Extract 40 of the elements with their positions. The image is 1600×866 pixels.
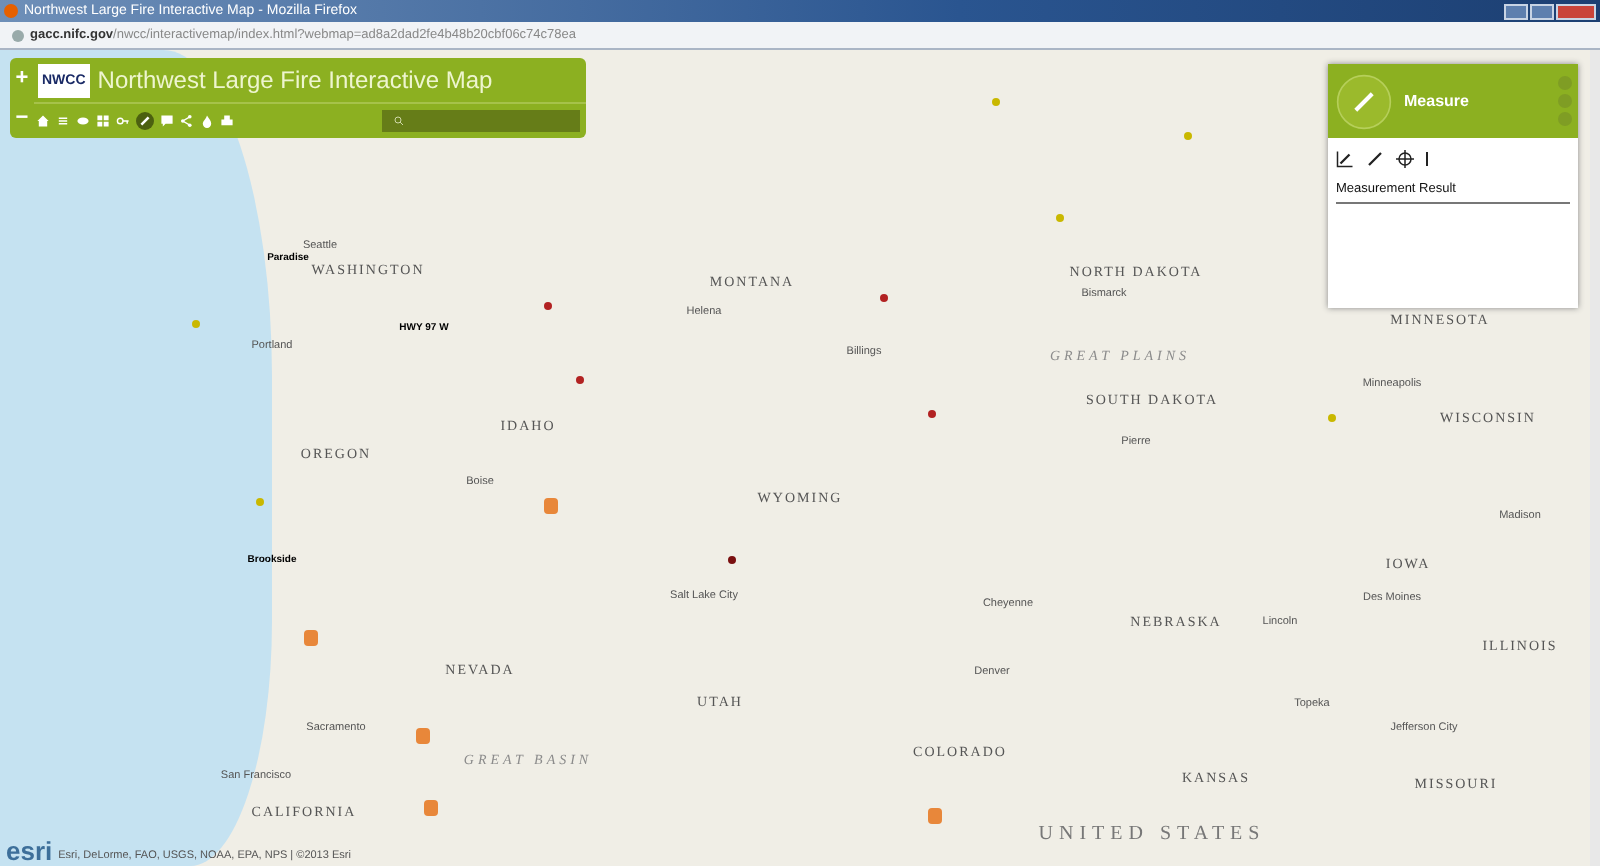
fire-dot[interactable]: [1184, 131, 1192, 140]
fire-dot[interactable]: [192, 319, 200, 328]
browser-icon: [4, 4, 18, 18]
fire-dot[interactable]: [992, 98, 1000, 107]
share-icon[interactable]: [180, 114, 194, 128]
area-tool-icon[interactable]: [1336, 150, 1354, 168]
measure-tool-icon[interactable]: [136, 112, 154, 130]
globe-icon: [12, 29, 24, 41]
fire-icon[interactable]: [544, 498, 558, 515]
fire-dot[interactable]: [256, 498, 264, 507]
pencil-icon: [1336, 73, 1392, 129]
fire-icon[interactable]: [416, 727, 430, 744]
scrollbar[interactable]: [1590, 50, 1600, 866]
fire-dot[interactable]: [928, 409, 936, 418]
fire-dot[interactable]: [576, 376, 584, 385]
comment-icon[interactable]: [160, 114, 174, 128]
panel-title: Measure: [1404, 92, 1469, 110]
crosshair-icon[interactable]: [1396, 150, 1414, 168]
fire-dot[interactable]: [728, 555, 736, 564]
fire-dot[interactable]: [544, 302, 552, 311]
grid-icon[interactable]: [96, 114, 110, 128]
key-icon[interactable]: [116, 114, 130, 128]
fire-icon[interactable]: [304, 629, 318, 646]
fire-dot[interactable]: [880, 294, 888, 303]
country-label: UNITED STATES: [1038, 822, 1266, 845]
print-icon[interactable]: [220, 114, 234, 128]
esri-logo: esri: [6, 840, 53, 862]
list-icon[interactable]: [56, 114, 70, 128]
distance-tool-icon[interactable]: [1366, 150, 1384, 168]
search-field[interactable]: [382, 110, 580, 132]
fire-dot[interactable]: [1056, 213, 1064, 222]
zoom-out-button[interactable]: −: [10, 106, 34, 130]
maximize-button[interactable]: [1530, 3, 1554, 19]
search-icon: [394, 116, 404, 126]
fire-icon[interactable]: [928, 808, 942, 825]
home-icon[interactable]: [36, 114, 50, 128]
fire-icon[interactable]: [424, 800, 438, 817]
zoom-in-button[interactable]: +: [10, 66, 34, 90]
app-title: Northwest Large Fire Interactive Map: [97, 66, 493, 94]
fire-dot[interactable]: [1328, 413, 1336, 422]
